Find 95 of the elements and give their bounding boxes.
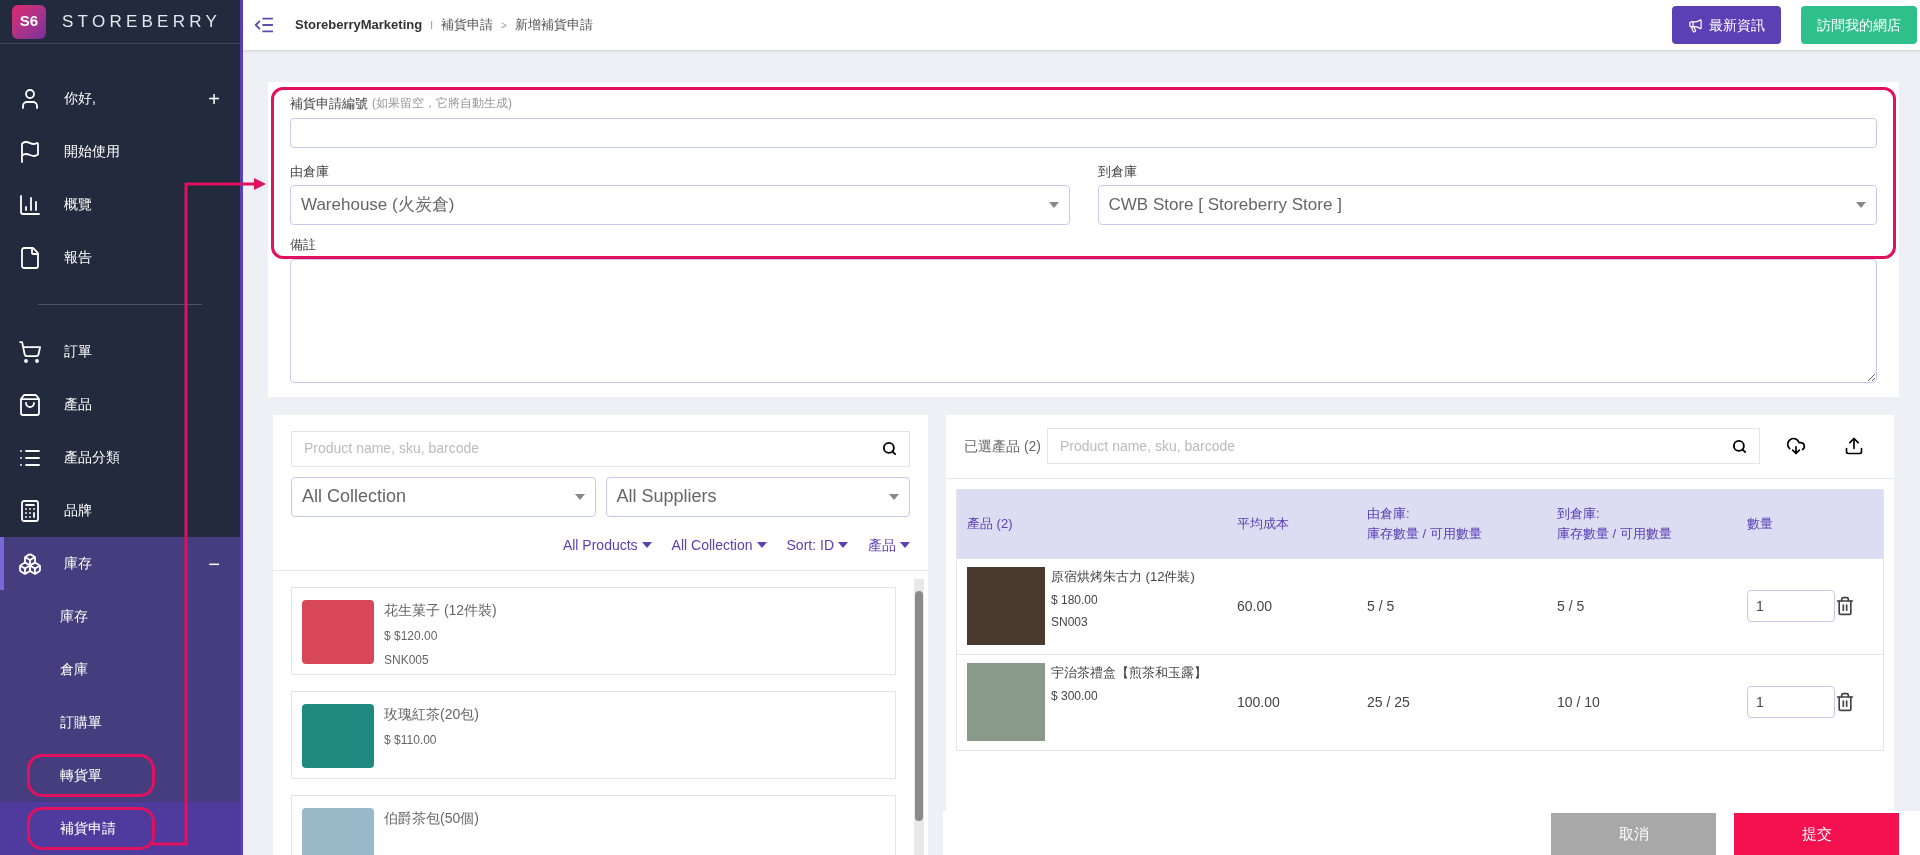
product-price: $ 300.00 xyxy=(1051,687,1099,705)
document-icon xyxy=(18,245,42,270)
filter-dropdown[interactable]: 產品 xyxy=(868,534,910,556)
table-cell-text: 25 / 25 xyxy=(1367,692,1411,712)
field-label: 到倉庫 xyxy=(1097,162,1138,181)
caret-icon xyxy=(1048,202,1059,208)
table-cell-text: 5 / 5 xyxy=(1557,596,1586,616)
column-header: 平均成本 xyxy=(1237,514,1290,533)
caret-icon xyxy=(889,493,899,500)
breadcrumb-separator: I xyxy=(430,18,433,33)
logo: S6 xyxy=(12,4,46,39)
product-price: $ $120.00 xyxy=(384,627,439,645)
caret-icon xyxy=(756,542,767,548)
megaphone-icon xyxy=(1688,17,1703,33)
table-cell-text: 100.00 xyxy=(1237,692,1281,712)
product-name: 伯爵茶包(50個) xyxy=(384,808,479,828)
product-name: 玫瑰紅茶(20包) xyxy=(384,704,479,724)
boxes-icon xyxy=(18,551,42,576)
quantity-field[interactable]: 1 xyxy=(1747,686,1835,718)
search-icon[interactable] xyxy=(1732,438,1747,454)
breadcrumb-item: 新增補貨申請 xyxy=(514,16,593,35)
column-header: 到倉庫: 庫存數量 / 可用數量 xyxy=(1557,505,1673,543)
sidebar-item[interactable]: 產品 xyxy=(0,378,240,431)
caret-icon xyxy=(574,493,585,500)
bar-chart-icon xyxy=(18,192,42,217)
caret-icon xyxy=(900,542,910,548)
field-hint: (如果留空，它將自動生成) xyxy=(372,95,512,112)
product-price: $ 180.00 xyxy=(1051,591,1099,609)
trash-icon[interactable] xyxy=(1835,692,1855,712)
notes-field[interactable] xyxy=(290,258,1877,383)
column-header: 數量 xyxy=(1747,514,1774,533)
sidebar-item[interactable]: 報告 xyxy=(0,231,240,284)
table-cell-text: 10 / 10 xyxy=(1557,692,1601,712)
caret-icon xyxy=(641,542,652,548)
filter-dropdown[interactable]: All Collection xyxy=(671,534,767,556)
field-label: 補貨申請編號 xyxy=(290,95,368,113)
cart-icon xyxy=(18,339,42,364)
filter-dropdown[interactable]: Sort: ID xyxy=(786,534,848,556)
request-number-field[interactable] xyxy=(290,117,1877,148)
sidebar-subitem[interactable]: 訂購單 xyxy=(0,696,240,749)
product-name: 宇治茶禮盒【煎茶和玉露】 xyxy=(1051,664,1207,682)
collection-select[interactable]: All Collection xyxy=(291,476,596,517)
caret-icon xyxy=(838,542,848,548)
sidebar-item[interactable]: 概覽 xyxy=(0,178,240,231)
sidebar-subitem[interactable]: 補貨申請 xyxy=(0,802,240,855)
product-name: 花生菓子 (12件裝) xyxy=(384,600,497,620)
search-placeholder: Product name, sku, barcode xyxy=(304,439,480,458)
scrollbar[interactable] xyxy=(914,578,924,855)
breadcrumb-separator: > xyxy=(500,18,507,33)
field-label: 備註 xyxy=(290,236,317,254)
to-warehouse-select[interactable]: CWB Store [ Storeberry Store ] xyxy=(1097,185,1877,225)
table-cell-text: 5 / 5 xyxy=(1367,596,1396,616)
upload-icon[interactable] xyxy=(1844,436,1864,456)
field-label: 由倉庫 xyxy=(290,162,330,181)
search-icon[interactable] xyxy=(882,441,897,456)
product-card[interactable]: 伯爵茶包(50個) xyxy=(291,794,896,855)
supplier-select[interactable]: All Suppliers xyxy=(605,476,910,517)
breadcrumb-item[interactable]: 補貨申請 xyxy=(440,15,493,35)
product-sku: SN003 xyxy=(1051,613,1089,631)
sidebar-item[interactable]: 你好, + xyxy=(0,72,240,125)
trash-icon[interactable] xyxy=(1835,596,1855,616)
sidebar-subitem[interactable]: 庫存 xyxy=(0,590,240,643)
photo-placeholder xyxy=(302,599,374,664)
product-sku: SNK005 xyxy=(384,651,430,669)
product-card[interactable]: 玫瑰紅茶(20包) $ $110.00 xyxy=(291,690,896,779)
filter-dropdown[interactable]: All Products xyxy=(562,534,652,556)
from-warehouse-select[interactable]: Warehouse (火炭倉) xyxy=(290,185,1070,225)
sidebar-subitem[interactable]: 轉貨單 xyxy=(0,749,240,802)
photo-placeholder xyxy=(302,807,374,855)
sidebar-item[interactable]: 產品分類 xyxy=(0,431,240,484)
photo-placeholder xyxy=(302,703,374,768)
quantity-field[interactable]: 1 xyxy=(1747,590,1835,622)
selected-count-label: 已選產品 (2) xyxy=(964,436,1041,456)
table-cell-text: 60.00 xyxy=(1237,596,1274,616)
brand-name: STOREBERRY xyxy=(62,10,222,33)
column-header: 產品 (2) xyxy=(967,514,1014,533)
submit-button[interactable]: 提交 xyxy=(1734,813,1899,855)
caret-icon xyxy=(1856,202,1866,208)
flag-icon xyxy=(18,139,42,164)
product-name: 原宿烘烤朱古力 (12件裝) xyxy=(1051,568,1195,586)
toggle-icon[interactable]: − xyxy=(208,548,220,579)
cloud-download-icon[interactable] xyxy=(1786,436,1806,456)
sidebar-item[interactable]: 品牌 xyxy=(0,484,240,537)
toggle-icon[interactable]: + xyxy=(208,83,220,114)
news-button[interactable]: 最新資訊 xyxy=(1672,6,1781,44)
search-placeholder: Product name, sku, barcode xyxy=(1060,436,1236,456)
sidebar-item[interactable]: 開始使用 xyxy=(0,125,240,178)
column-header: 由倉庫: 庫存數量 / 可用數量 xyxy=(1367,505,1483,543)
sidebar-subitem[interactable]: 倉庫 xyxy=(0,643,240,696)
product-price: $ $110.00 xyxy=(384,731,438,749)
breadcrumb-item[interactable]: StoreberryMarketing xyxy=(295,15,423,35)
bag-icon xyxy=(18,392,42,417)
product-card[interactable]: 花生菓子 (12件裝) $ $120.00 SNK005 xyxy=(291,586,896,675)
calculator-icon xyxy=(18,498,42,523)
sidebar-item[interactable]: 訂單 xyxy=(0,325,240,378)
